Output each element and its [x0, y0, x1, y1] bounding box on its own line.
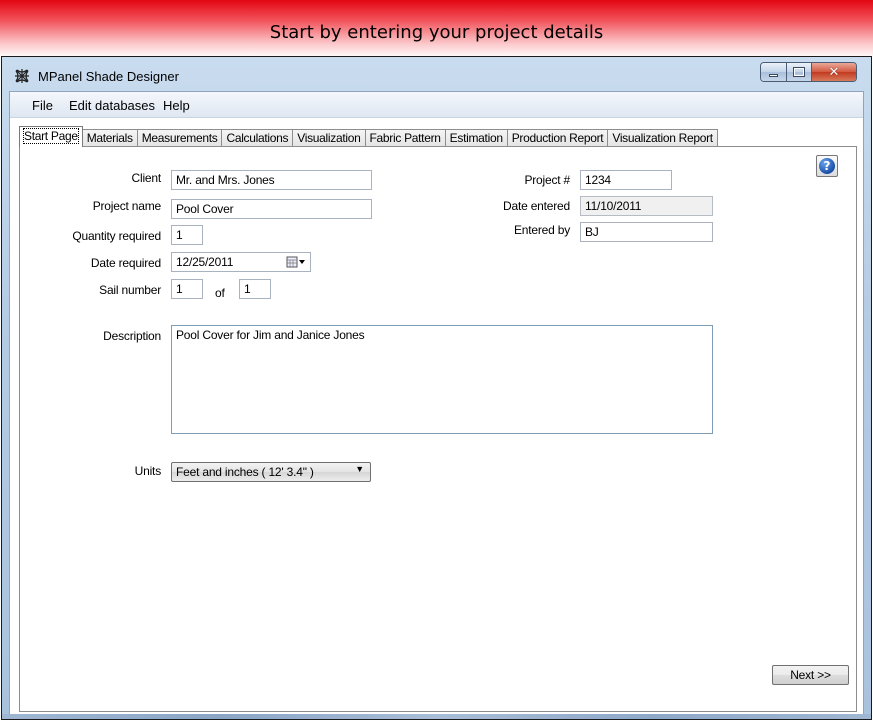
sail-number-label: Sail number [99, 283, 161, 297]
close-icon: ✕ [828, 64, 840, 80]
app-window: MPanel Shade Designer ✕ File Edit databa… [1, 56, 872, 720]
next-button[interactable]: Next >> [772, 665, 849, 685]
maximize-button[interactable] [787, 63, 812, 81]
quantity-required-field[interactable]: 1 [171, 225, 203, 245]
instruction-banner: Start by entering your project details [0, 0, 873, 58]
client-field[interactable]: Mr. and Mrs. Jones [171, 170, 372, 190]
start-page-panel: ? Client Mr. and Mrs. Jones Project name… [19, 146, 857, 712]
client-label: Client [131, 171, 162, 185]
minimize-icon [769, 73, 778, 77]
client-area: File Edit databases Help Start Page Mate… [9, 91, 864, 717]
menu-help[interactable]: Help [163, 98, 190, 113]
help-button[interactable]: ? [816, 155, 838, 177]
units-label: Units [134, 464, 162, 478]
tab-control: Start Page Materials Measurements Calcul… [10, 118, 863, 717]
tab-start-page[interactable]: Start Page [19, 126, 83, 147]
close-button[interactable]: ✕ [812, 63, 856, 81]
project-name-label: Project name [92, 199, 162, 213]
date-required-label: Date required [90, 256, 161, 270]
menu-bar: File Edit databases Help [10, 92, 863, 118]
entered-by-field[interactable]: BJ [580, 222, 713, 242]
date-entered-label: Date entered [503, 199, 570, 213]
tab-fabric-pattern[interactable]: Fabric Pattern [364, 129, 446, 147]
tab-visualization-report[interactable]: Visualization Report [607, 129, 718, 147]
tab-label: Start Page [23, 128, 79, 144]
maximize-icon [793, 67, 805, 77]
tab-production-report[interactable]: Production Report [506, 129, 609, 147]
sail-number-total-field[interactable]: 1 [239, 279, 271, 299]
units-dropdown[interactable]: Feet and inches ( 12' 3.4" ) ▼ [171, 462, 371, 482]
sail-number-field[interactable]: 1 [171, 279, 203, 299]
tab-calculations[interactable]: Calculations [221, 129, 294, 147]
tab-visualization[interactable]: Visualization [292, 129, 366, 147]
banner-title: Start by entering your project details [269, 22, 604, 43]
help-icon: ? [819, 158, 835, 174]
project-number-label: Project # [524, 173, 570, 187]
date-entered-field: 11/10/2011 [580, 196, 713, 216]
tab-estimation[interactable]: Estimation [444, 129, 508, 147]
quantity-required-label: Quantity required [72, 229, 161, 243]
date-required-value: 12/25/2011 [176, 255, 234, 269]
mesh-icon [15, 69, 29, 83]
description-textarea[interactable]: Pool Cover for Jim and Janice Jones [171, 325, 713, 434]
tab-materials[interactable]: Materials [81, 129, 138, 147]
calendar-dropdown-icon[interactable] [286, 256, 306, 269]
tab-strip: Start Page Materials Measurements Calcul… [19, 126, 718, 147]
entered-by-label: Entered by [513, 223, 570, 237]
window-controls: ✕ [760, 62, 857, 82]
tab-measurements[interactable]: Measurements [136, 129, 223, 147]
date-required-picker[interactable]: 12/25/2011 [171, 252, 311, 272]
project-number-field[interactable]: 1234 [580, 170, 672, 190]
window-title: MPanel Shade Designer [38, 69, 179, 84]
title-bar[interactable]: MPanel Shade Designer ✕ [2, 57, 871, 87]
description-label: Description [103, 329, 161, 343]
window-bottom-border [2, 714, 871, 719]
sail-number-of-label: of [215, 286, 225, 300]
project-name-field[interactable]: Pool Cover [171, 199, 372, 219]
menu-edit-databases[interactable]: Edit databases [69, 98, 155, 113]
menu-file[interactable]: File [32, 98, 53, 113]
units-value: Feet and inches ( 12' 3.4" ) [176, 465, 314, 479]
minimize-button[interactable] [761, 63, 787, 81]
chevron-down-icon: ▼ [355, 464, 364, 474]
